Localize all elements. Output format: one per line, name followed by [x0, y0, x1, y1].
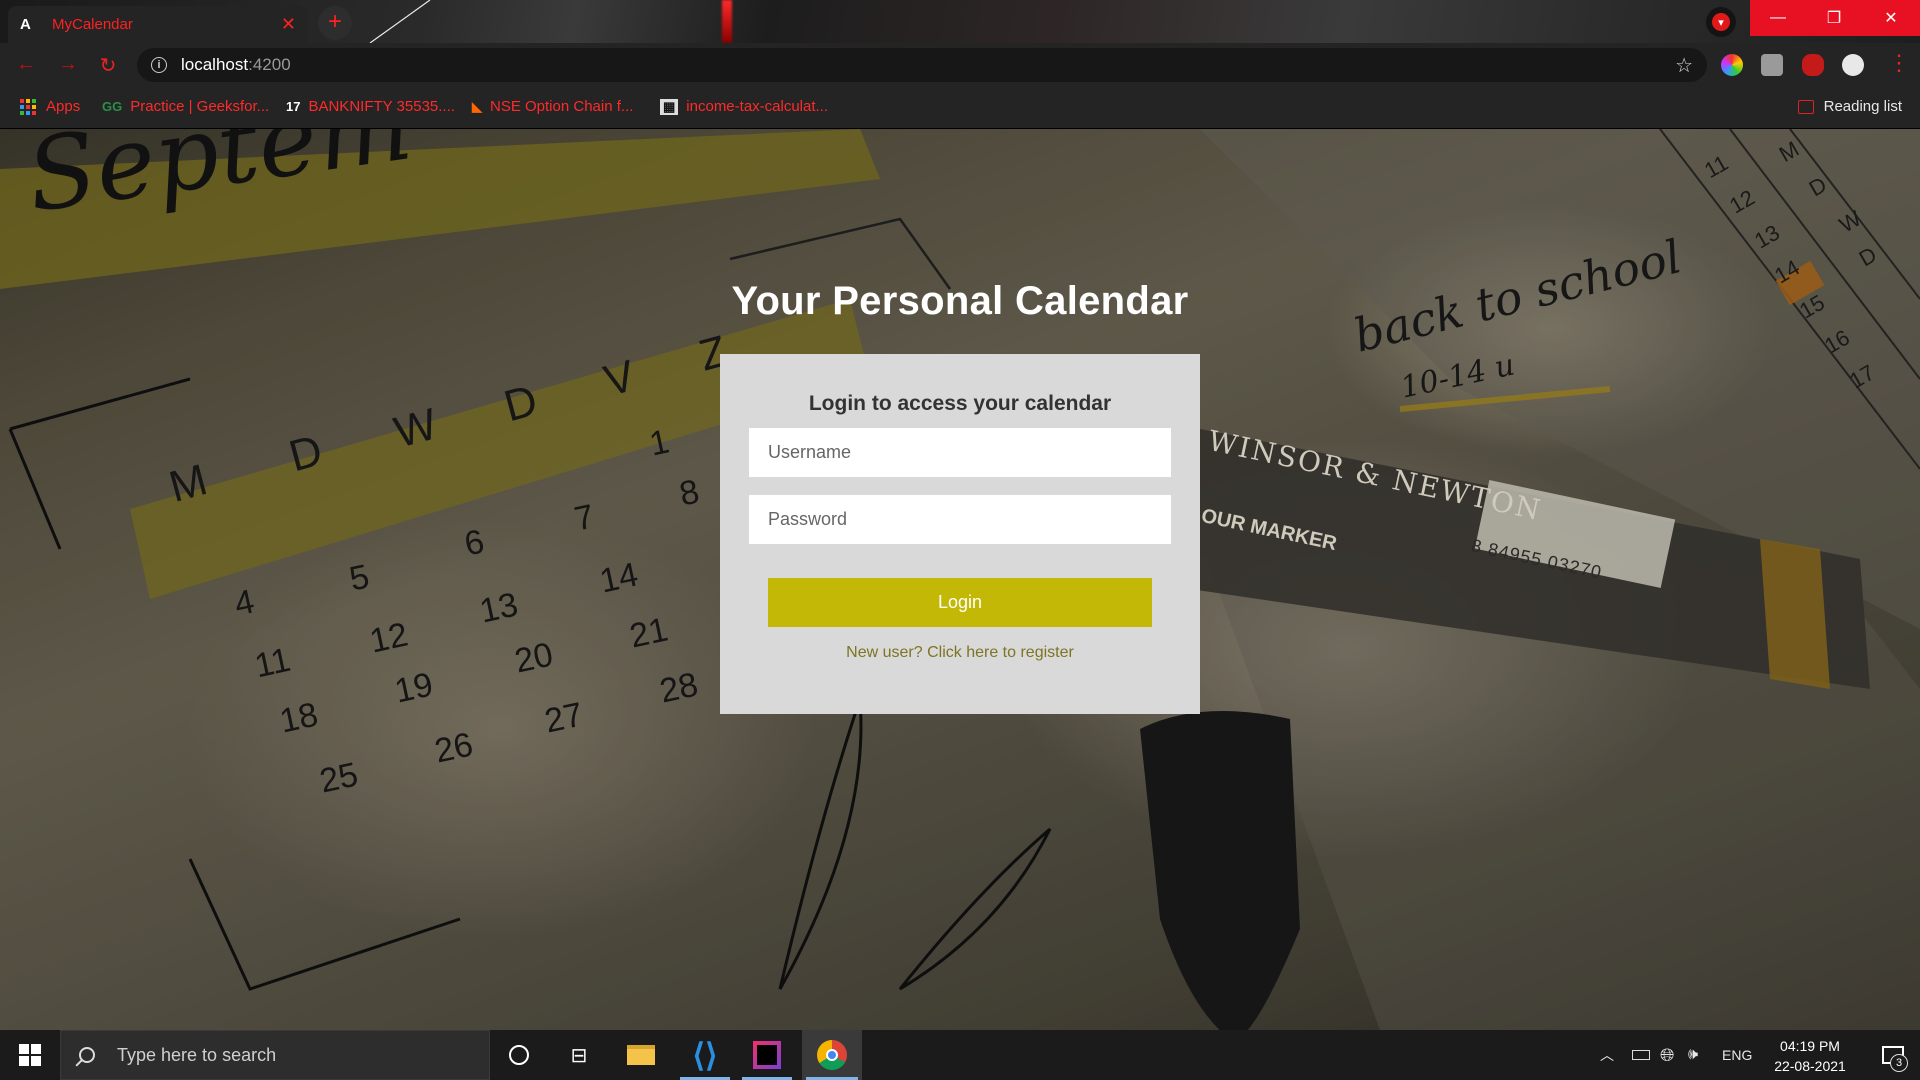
tradingview-icon: 17 — [286, 99, 301, 114]
task-view-button[interactable]: ⊟ — [550, 1030, 608, 1080]
tab-title: MyCalendar — [52, 16, 133, 33]
decorative-streak — [369, 0, 431, 43]
bg-date-28: 28 — [656, 665, 702, 711]
vscode-button[interactable]: ⟨⟩ — [676, 1030, 734, 1080]
calculator-icon: ▦ — [660, 98, 679, 115]
start-button[interactable] — [0, 1030, 60, 1080]
intellij-icon — [753, 1041, 781, 1069]
puzzle-extensions-icon[interactable] — [1802, 54, 1824, 76]
site-info-icon[interactable]: i — [151, 57, 167, 73]
page-title: Your Personal Calendar — [731, 279, 1189, 323]
bg-date-14: 14 — [596, 555, 642, 601]
clock-date: 22-08-2021 — [1774, 1058, 1846, 1074]
volume-icon[interactable]: 🕪︎ — [1688, 1030, 1698, 1080]
bookmark-income-tax[interactable]: ▦ income-tax-calculat... — [660, 98, 828, 115]
battery-icon[interactable] — [1632, 1030, 1650, 1080]
username-input[interactable] — [749, 428, 1171, 477]
close-window-button[interactable]: ✕ — [1862, 0, 1920, 36]
apps-grid-icon — [20, 98, 36, 115]
screenshot-extension-icon[interactable] — [1761, 54, 1783, 76]
vscode-icon: ⟨⟩ — [692, 1037, 718, 1073]
password-input[interactable] — [749, 495, 1171, 544]
profile-avatar-icon: ▾ — [1712, 13, 1730, 31]
bg-date-26: 26 — [431, 725, 477, 771]
bg-date-18: 18 — [276, 695, 322, 741]
bg-date-20: 20 — [511, 635, 557, 681]
chevron-up-icon: ︿ — [1600, 1047, 1614, 1063]
forward-icon[interactable]: → — [56, 53, 80, 76]
bg-date-27: 27 — [541, 695, 587, 741]
new-tab-button[interactable]: + — [318, 6, 352, 40]
notification-badge: 3 — [1890, 1054, 1908, 1072]
url-port: :4200 — [248, 55, 291, 74]
login-card: Login to access your calendar Login New … — [720, 354, 1200, 714]
bookmark-apps[interactable]: Apps — [20, 98, 80, 115]
back-icon[interactable]: ← — [14, 53, 38, 76]
color-picker-extension-icon[interactable] — [1721, 54, 1743, 76]
tab-strip: A MyCalendar ✕ + ▾ — ❐ ✕ — [0, 0, 1920, 43]
sync-profile-icon[interactable] — [1842, 54, 1864, 76]
login-heading: Login to access your calendar — [808, 392, 1112, 415]
reading-list-icon — [1797, 99, 1814, 114]
bg-date-13: 13 — [476, 585, 522, 631]
taskbar-search[interactable]: Type here to search — [60, 1030, 490, 1080]
bg-date-21: 21 — [626, 610, 672, 656]
decorative-red-streak — [722, 0, 732, 43]
page-viewport: Septem M D W D V Z 1 4 5 6 7 8 11 12 13 … — [0, 129, 1920, 1030]
cortana-button[interactable] — [490, 1030, 548, 1080]
restore-button[interactable]: ❐ — [1806, 0, 1862, 36]
minimize-button[interactable]: — — [1750, 0, 1806, 36]
show-hidden-icons[interactable]: ︿ — [1600, 1030, 1614, 1080]
cortana-circle-icon — [509, 1045, 529, 1065]
chrome-icon — [817, 1040, 847, 1070]
browser-menu-icon[interactable]: ⋮ — [1888, 52, 1910, 74]
folder-icon — [627, 1045, 655, 1065]
geeksforgeeks-icon: GG — [102, 99, 123, 114]
address-bar[interactable]: i localhost:4200 ☆ — [137, 48, 1707, 82]
bg-date-25: 25 — [316, 755, 362, 801]
close-tab-icon[interactable]: ✕ — [281, 14, 296, 35]
bg-date-12: 12 — [366, 615, 412, 661]
bookmarks-bar: Apps GG Practice | Geeksfor... 17 BANKNI… — [0, 87, 1920, 129]
reload-icon[interactable]: ↻ — [96, 53, 120, 78]
browser-toolbar: ← → ↻ i localhost:4200 ☆ — [0, 43, 1920, 87]
windows-taskbar: Type here to search ⊟ ⟨⟩ ︿ 🌐︎ 🕪︎ ENG 04:… — [0, 1030, 1920, 1080]
bookmark-nse-option-chain[interactable]: ◣ NSE Option Chain f... — [472, 98, 633, 115]
network-globe-icon[interactable]: 🌐︎ — [1660, 1030, 1674, 1080]
action-center-button[interactable]: 3 — [1866, 1030, 1920, 1080]
task-view-icon: ⊟ — [570, 1044, 588, 1067]
angular-icon: A — [20, 16, 31, 33]
nse-icon: ◣ — [472, 98, 482, 114]
file-explorer-button[interactable] — [612, 1030, 670, 1080]
url-host: localhost — [181, 55, 249, 74]
search-icon — [79, 1047, 95, 1063]
taskbar-clock[interactable]: 04:19 PM 22-08-2021 — [1760, 1036, 1860, 1076]
bookmark-star-icon[interactable]: ☆ — [1675, 53, 1693, 78]
profile-button[interactable]: ▾ — [1706, 7, 1736, 37]
chrome-button[interactable] — [802, 1030, 862, 1080]
register-link[interactable]: New user? Click here to register — [720, 644, 1200, 662]
browser-tab[interactable]: A MyCalendar ✕ — [8, 6, 308, 43]
windows-logo-icon — [19, 1044, 41, 1066]
language-indicator[interactable]: ENG — [1722, 1030, 1752, 1080]
reading-list-button[interactable]: Reading list — [1797, 98, 1902, 115]
bookmark-geeksforgeeks[interactable]: GG Practice | Geeksfor... — [102, 98, 269, 115]
login-button[interactable]: Login — [768, 578, 1152, 627]
intellij-button[interactable] — [738, 1030, 796, 1080]
clock-time: 04:19 PM — [1780, 1038, 1840, 1054]
bookmark-banknifty[interactable]: 17 BANKNIFTY 35535.... — [286, 98, 455, 115]
bg-date-19: 19 — [391, 665, 437, 711]
search-placeholder: Type here to search — [117, 1044, 277, 1065]
